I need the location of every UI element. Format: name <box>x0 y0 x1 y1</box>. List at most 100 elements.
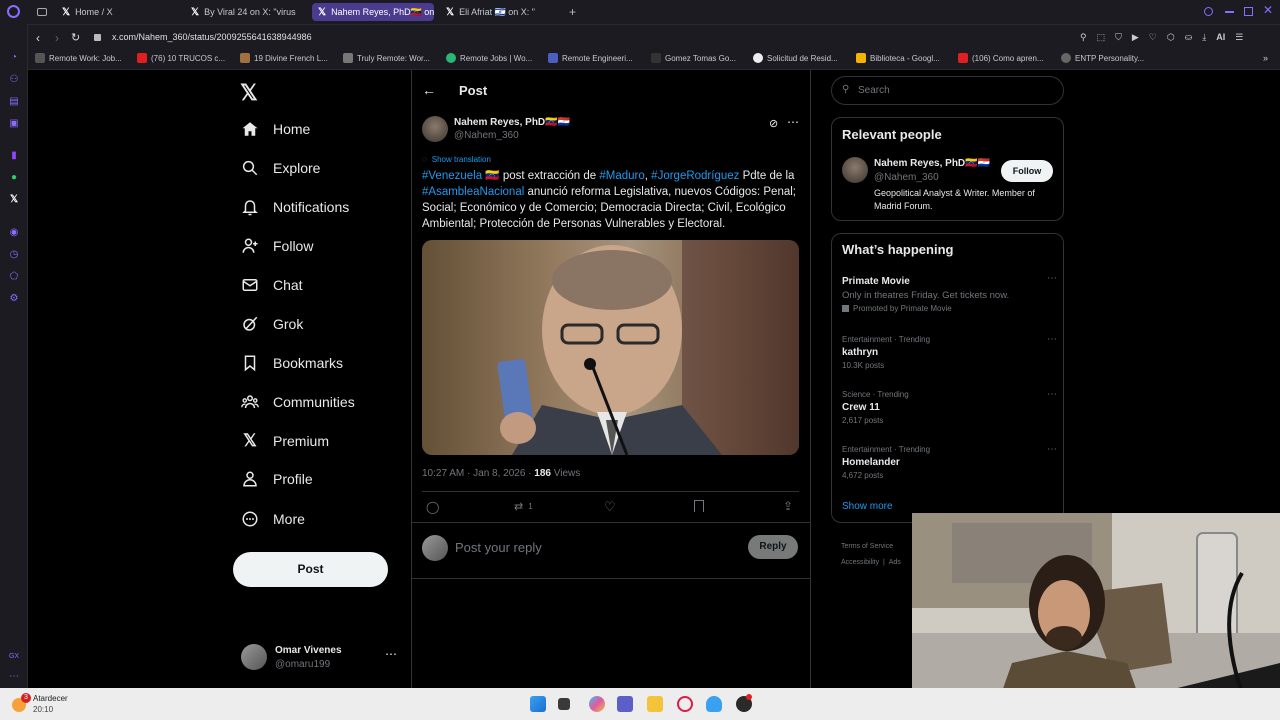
nav-grok[interactable]: Grok <box>241 315 303 333</box>
bookmark-item[interactable]: Gomez Tomas Go... <box>651 53 736 63</box>
post-image[interactable] <box>422 240 799 455</box>
hashtag-link[interactable]: #Venezuela <box>422 170 482 182</box>
back-icon[interactable]: ‹ <box>36 31 40 45</box>
video-popout-icon[interactable]: ▶ <box>1132 32 1139 43</box>
windows-start-icon[interactable] <box>530 696 546 712</box>
minimize-icon[interactable] <box>1225 11 1234 13</box>
chat-sidebar-icon[interactable]: ◉ <box>8 227 20 239</box>
nav-notifications[interactable]: Notifications <box>241 198 349 216</box>
pinboard-icon[interactable]: ⬠ <box>8 271 20 283</box>
hashtag-link[interactable]: #AsambleaNacional <box>422 186 524 198</box>
download-icon[interactable]: ⤓ <box>1202 32 1206 43</box>
trend-more-icon[interactable]: ⋯ <box>1047 334 1057 345</box>
twitch-icon[interactable]: ▮ <box>8 150 20 162</box>
reply-input[interactable]: Post your reply <box>455 540 542 555</box>
terms-link[interactable]: Terms of Service <box>841 543 893 550</box>
shield-icon[interactable]: ⛉ <box>1115 32 1122 43</box>
reload-icon[interactable]: ↻ <box>71 31 80 44</box>
nav-explore[interactable]: Explore <box>241 159 320 177</box>
bookmarks-overflow-icon[interactable]: » <box>1263 53 1268 63</box>
aria-sidebar-icon[interactable]: ⚇ <box>8 74 20 86</box>
bookmark-action-icon[interactable] <box>694 500 704 512</box>
trend-more-icon[interactable]: ⋯ <box>1047 444 1057 455</box>
search-tabs-icon[interactable] <box>1204 7 1213 16</box>
grok-explain-icon[interactable]: ⊘ <box>769 117 778 130</box>
weather-widget[interactable]: 3 Atardecer 20:10 <box>12 692 102 718</box>
bookmark-item[interactable]: Truly Remote: Wor... <box>343 53 430 63</box>
opera-logo-icon[interactable] <box>7 5 20 18</box>
menu-icon[interactable]: ☰ <box>1235 32 1243 43</box>
account-switcher[interactable]: Omar Vivenes @omaru199 ⋯ <box>241 643 401 673</box>
messenger-sidebar-icon[interactable]: ▣ <box>8 118 20 130</box>
opera-gx-taskbar-icon[interactable] <box>677 696 693 712</box>
back-arrow-icon[interactable]: ← <box>422 82 436 98</box>
hashtag-link[interactable]: #JorgeRodríguez <box>651 170 739 182</box>
extensions-icon[interactable]: ⬡ <box>1167 32 1175 43</box>
x-logo-icon[interactable]: 𝕏 <box>240 80 258 106</box>
settings-icon[interactable]: ⚙ <box>8 293 20 305</box>
trend-more-icon[interactable]: ⋯ <box>1047 389 1057 400</box>
show-translation-link[interactable]: ◌ Show translation <box>422 155 491 164</box>
reply-button[interactable]: Reply <box>748 535 798 559</box>
close-window-icon[interactable]: ✕ <box>1263 3 1273 17</box>
hashtag-link[interactable]: #Maduro <box>599 170 644 182</box>
url-field[interactable]: x.com/Nahem_360/status/20092556416389449… <box>112 32 312 42</box>
workspaces-icon[interactable] <box>37 8 47 16</box>
trend-item[interactable]: Entertainment · Trending Homelander 4,67… <box>842 444 1057 480</box>
history-icon[interactable]: ◷ <box>8 249 20 261</box>
author-name[interactable]: Nahem Reyes, PhD🇻🇪🇵🇾 <box>454 117 570 128</box>
bookmark-item[interactable]: Solicitud de Resid... <box>753 53 838 63</box>
bookmark-item[interactable]: ENTP Personality... <box>1061 53 1144 63</box>
bookmark-item[interactable]: (76) 10 TRUCOS c... <box>137 53 225 63</box>
bookmark-item[interactable]: Remote Work: Job... <box>35 53 122 63</box>
snapshot-icon[interactable]: ⬚ <box>1097 32 1106 43</box>
follow-button[interactable]: Follow <box>1001 160 1053 182</box>
relevant-avatar[interactable] <box>842 157 868 183</box>
nav-communities[interactable]: Communities <box>241 393 355 411</box>
teams-icon[interactable] <box>617 696 633 712</box>
bookmark-item[interactable]: 19 Divine French L... <box>240 53 328 63</box>
tab-viral24[interactable]: 𝕏 By Viral 24 on X: "virus <box>185 3 303 21</box>
app-taskbar-icon[interactable] <box>706 696 722 712</box>
search-box[interactable]: ⚲ Search <box>831 76 1064 105</box>
speed-dial-icon[interactable]: ◔ <box>8 52 20 64</box>
pin-icon[interactable]: ⚲ <box>1080 32 1087 43</box>
tab-nahem-reyes[interactable]: 𝕏 Nahem Reyes, PhD🇻🇪 on <box>312 3 434 21</box>
task-view-icon[interactable] <box>558 698 570 710</box>
heart-icon[interactable]: ♡ <box>1149 32 1157 43</box>
share-icon[interactable]: ⇪ <box>783 499 793 513</box>
forward-icon[interactable]: › <box>55 31 59 45</box>
whatsapp-icon[interactable]: ● <box>8 172 20 184</box>
ads-link[interactable]: Ads <box>889 559 901 566</box>
tab-home[interactable]: 𝕏 Home / X <box>56 3 174 21</box>
nav-home[interactable]: Home <box>241 120 310 138</box>
tab-eli-afriat[interactable]: 𝕏 Eli Afriat 🇮🇱 on X: " <box>440 3 562 21</box>
wallet-icon[interactable]: ⛀ <box>1185 32 1193 43</box>
nav-chat[interactable]: Chat <box>241 276 303 294</box>
nav-profile[interactable]: Profile <box>241 470 313 488</box>
reply-action-icon[interactable]: ◯ <box>426 500 439 514</box>
nav-more[interactable]: More <box>241 510 305 528</box>
aria-icon[interactable]: AI <box>1216 32 1225 43</box>
bookmark-item[interactable]: Remote Jobs | Wo... <box>446 53 532 63</box>
copilot-icon[interactable] <box>589 696 605 712</box>
post-button[interactable]: Post <box>233 552 388 587</box>
nav-bookmarks[interactable]: Bookmarks <box>241 354 343 372</box>
like-icon[interactable]: ♡ <box>604 499 616 515</box>
bookmark-item[interactable]: Remote Engineeri... <box>548 53 633 63</box>
new-tab-plus-icon[interactable]: + <box>569 5 576 19</box>
trend-item[interactable]: Science · Trending Crew 11 2,617 posts ⋯ <box>842 389 1057 425</box>
promoted-trend[interactable]: Primate Movie Only in theatres Friday. G… <box>842 273 1057 313</box>
timestamp-text[interactable]: 10:27 AM · Jan 8, 2026 · <box>422 468 534 479</box>
trend-more-icon[interactable]: ⋯ <box>1047 273 1057 284</box>
post-options-icon[interactable]: ⋯ <box>787 115 799 129</box>
trend-item[interactable]: Entertainment · Trending kathryn 10.3K p… <box>842 334 1057 370</box>
show-more-link[interactable]: Show more <box>842 501 893 512</box>
nav-premium[interactable]: 𝕏 Premium <box>241 432 329 450</box>
author-avatar[interactable] <box>422 116 448 142</box>
more-sidebar-icon[interactable]: ⋯ <box>8 671 20 683</box>
accessibility-link[interactable]: Accessibility <box>841 559 879 566</box>
bookmark-item[interactable]: Biblioteca - Googl... <box>856 53 940 63</box>
retweet-action[interactable]: ⇄ 1 <box>514 500 533 514</box>
nav-follow[interactable]: Follow <box>241 237 313 255</box>
